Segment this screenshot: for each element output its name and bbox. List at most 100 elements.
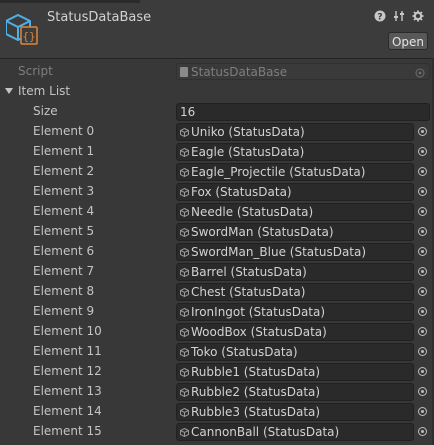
element-label: Element 9	[33, 304, 95, 318]
list-item: Element 10 WoodBox (StatusData)	[0, 322, 434, 342]
help-icon[interactable]: ?	[374, 10, 386, 22]
list-item: Element 3 Fox (StatusData)	[0, 182, 434, 202]
object-field-value: Eagle_Projectile (StatusData)	[191, 165, 366, 179]
object-field[interactable]: Chest (StatusData)	[176, 283, 414, 301]
element-label: Element 3	[33, 184, 95, 198]
element-label: Element 5	[33, 224, 95, 238]
object-picker-icon[interactable]	[416, 305, 430, 319]
object-field-value: Barrel (StatusData)	[191, 265, 307, 279]
element-label: Element 0	[33, 124, 95, 138]
object-field-value: Rubble2 (StatusData)	[191, 385, 321, 399]
element-label: Element 2	[33, 164, 95, 178]
preset-icon[interactable]	[393, 10, 405, 22]
list-item: Element 6 SwordMan_Blue (StatusData)	[0, 242, 434, 262]
object-field-value: WoodBox (StatusData)	[191, 325, 327, 339]
item-list-label: Item List	[18, 84, 71, 98]
scriptable-object-icon	[180, 348, 189, 357]
object-field-value: Uniko (StatusData)	[191, 125, 305, 139]
item-list-foldout[interactable]: Item List	[0, 82, 434, 102]
object-field[interactable]: Needle (StatusData)	[176, 203, 414, 221]
list-item: Element 9 IronIngot (StatusData)	[0, 302, 434, 322]
object-field-value: SwordMan (StatusData)	[191, 225, 334, 239]
object-field[interactable]: Toko (StatusData)	[176, 343, 414, 361]
element-label: Element 10	[33, 324, 102, 338]
object-field-value: SwordMan_Blue (StatusData)	[191, 245, 367, 259]
object-picker-icon[interactable]	[416, 205, 430, 219]
object-picker-icon[interactable]	[416, 245, 430, 259]
svg-text:{}: {}	[22, 30, 35, 43]
inspector-panel: {} StatusDataBase ? Open Script StatusDa…	[0, 0, 434, 445]
object-field-value: Toko (StatusData)	[191, 345, 298, 359]
object-field[interactable]: WoodBox (StatusData)	[176, 323, 414, 341]
object-picker-icon[interactable]	[416, 345, 430, 359]
script-value: StatusDataBase	[191, 65, 288, 79]
size-input[interactable]	[176, 103, 430, 121]
element-label: Element 14	[33, 404, 102, 418]
object-picker-icon[interactable]	[416, 365, 430, 379]
script-picker-icon	[415, 67, 425, 81]
svg-text:?: ?	[377, 13, 382, 23]
open-button[interactable]: Open	[388, 32, 428, 50]
object-field[interactable]: Fox (StatusData)	[176, 183, 414, 201]
foldout-arrow-icon[interactable]	[5, 88, 13, 94]
object-picker-icon[interactable]	[416, 165, 430, 179]
object-field[interactable]: Rubble3 (StatusData)	[176, 403, 414, 421]
object-field-value: Needle (StatusData)	[191, 205, 314, 219]
object-field-value: Rubble1 (StatusData)	[191, 365, 321, 379]
list-item: Element 14 Rubble3 (StatusData)	[0, 402, 434, 422]
object-field[interactable]: SwordMan_Blue (StatusData)	[176, 243, 414, 261]
scriptable-object-icon	[180, 188, 189, 197]
scriptable-object-icon	[180, 288, 189, 297]
scriptable-object-icon	[180, 268, 189, 277]
object-field[interactable]: CannonBall (StatusData)	[176, 423, 414, 441]
object-field[interactable]: SwordMan (StatusData)	[176, 223, 414, 241]
list-item: Element 4 Needle (StatusData)	[0, 202, 434, 222]
list-item: Element 13 Rubble2 (StatusData)	[0, 382, 434, 402]
list-item: Element 5 SwordMan (StatusData)	[0, 222, 434, 242]
element-label: Element 12	[33, 364, 102, 378]
object-field-value: Chest (StatusData)	[191, 285, 306, 299]
element-label: Element 15	[33, 424, 102, 438]
object-field-value: Eagle (StatusData)	[191, 145, 305, 159]
list-item: Element 12 Rubble1 (StatusData)	[0, 362, 434, 382]
object-picker-icon[interactable]	[416, 225, 430, 239]
element-label: Element 8	[33, 284, 95, 298]
object-picker-icon[interactable]	[416, 265, 430, 279]
object-field[interactable]: Rubble1 (StatusData)	[176, 363, 414, 381]
size-row: Size	[0, 102, 434, 122]
element-label: Element 7	[33, 264, 95, 278]
object-picker-icon[interactable]	[416, 425, 430, 439]
object-picker-icon[interactable]	[416, 185, 430, 199]
scriptable-object-icon	[180, 428, 189, 437]
object-field[interactable]: Barrel (StatusData)	[176, 263, 414, 281]
element-label: Element 1	[33, 144, 95, 158]
object-picker-icon[interactable]	[416, 385, 430, 399]
scriptable-object-icon	[180, 168, 189, 177]
object-picker-icon[interactable]	[416, 285, 430, 299]
element-label: Element 13	[33, 384, 102, 398]
list-item: Element 11 Toko (StatusData)	[0, 342, 434, 362]
list-item: Element 15 CannonBall (StatusData)	[0, 422, 434, 442]
size-label: Size	[33, 104, 58, 118]
object-field[interactable]: Uniko (StatusData)	[176, 123, 414, 141]
inspector-header: {} StatusDataBase ? Open	[0, 0, 434, 59]
scriptable-object-icon	[180, 368, 189, 377]
object-field[interactable]: IronIngot (StatusData)	[176, 303, 414, 321]
object-picker-icon[interactable]	[416, 405, 430, 419]
object-field-value: Fox (StatusData)	[191, 185, 292, 199]
object-field[interactable]: Rubble2 (StatusData)	[176, 383, 414, 401]
object-picker-icon[interactable]	[416, 125, 430, 139]
list-item: Element 2 Eagle_Projectile (StatusData)	[0, 162, 434, 182]
script-label: Script	[18, 64, 53, 78]
script-row: Script StatusDataBase	[0, 62, 434, 82]
object-picker-icon[interactable]	[416, 145, 430, 159]
scriptable-object-icon	[180, 388, 189, 397]
scriptable-object-icon	[180, 248, 189, 257]
list-item: Element 0 Uniko (StatusData)	[0, 122, 434, 142]
object-field[interactable]: Eagle_Projectile (StatusData)	[176, 163, 414, 181]
script-field: StatusDataBase	[176, 63, 430, 80]
object-field[interactable]: Eagle (StatusData)	[176, 143, 414, 161]
scriptable-object-icon	[180, 408, 189, 417]
object-picker-icon[interactable]	[416, 325, 430, 339]
settings-icon[interactable]	[412, 10, 424, 22]
